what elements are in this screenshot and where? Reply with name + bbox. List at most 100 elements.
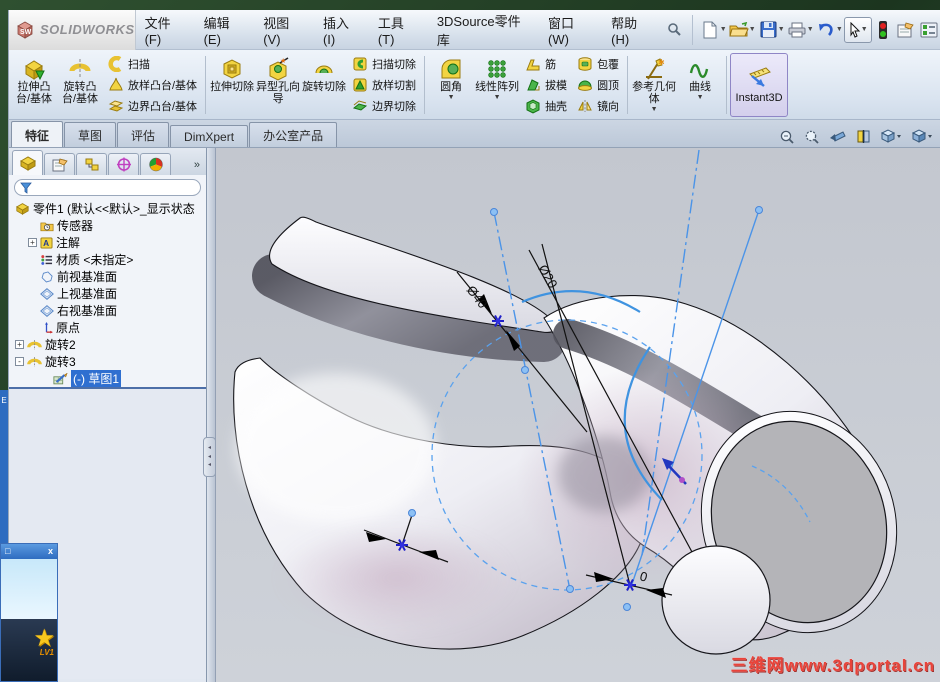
- property-sheet-icon: [52, 158, 68, 171]
- properties-icon[interactable]: [895, 17, 918, 43]
- linear-pattern-button[interactable]: 线性阵列 ▼: [474, 53, 520, 117]
- tree-item-origin[interactable]: 原点: [9, 319, 206, 336]
- tree-item-material[interactable]: 材质 <未指定>: [9, 251, 206, 268]
- linear-pattern-icon: [488, 59, 506, 78]
- save-dropdown-caret[interactable]: ▼: [778, 26, 785, 33]
- annotations-icon: A: [40, 236, 53, 249]
- tree-item-top-plane[interactable]: 上视基准面: [9, 285, 206, 302]
- shell-button[interactable]: 抽壳: [520, 96, 572, 116]
- menu-tools[interactable]: 工具(T): [369, 10, 428, 49]
- fillet-button[interactable]: 圆角 ▼: [428, 53, 474, 117]
- ribbon-group-boss: 拉伸凸台/基体 旋转凸台/基体 扫描 放样凸台/基体 边界凸台/基体: [11, 51, 202, 118]
- origin-axes-icon: [45, 321, 53, 334]
- configurationmanager-tab[interactable]: [76, 153, 107, 175]
- rebuild-traffic-light-icon[interactable]: [872, 17, 895, 43]
- tree-item-sketch1[interactable]: (-) 草图1: [9, 370, 206, 387]
- revolved-cut-button[interactable]: 旋转切除: [301, 53, 347, 117]
- boundary-cut-button[interactable]: 边界切除: [347, 96, 421, 116]
- sweep-button[interactable]: 扫描: [103, 54, 202, 74]
- wrap-button[interactable]: 包覆: [572, 54, 624, 74]
- zoom-area-icon[interactable]: [804, 129, 820, 144]
- refgeo-dropdown-caret[interactable]: ▼: [651, 106, 658, 114]
- search-icon[interactable]: [663, 17, 686, 43]
- new-document-icon[interactable]: [699, 17, 722, 43]
- lofted-cut-button[interactable]: 放样切割: [347, 75, 421, 95]
- expand-box[interactable]: +: [15, 340, 24, 349]
- extruded-boss-button[interactable]: 拉伸凸台/基体: [11, 53, 57, 117]
- panel-splitter[interactable]: [207, 148, 216, 682]
- curves-dropdown-caret[interactable]: ▼: [697, 94, 704, 102]
- undo-dropdown-caret[interactable]: ▼: [836, 26, 843, 33]
- displaymanager-tab[interactable]: [140, 153, 171, 175]
- options-icon[interactable]: [918, 17, 940, 43]
- commandmanager-tabs: 特征 草图 评估 DimXpert 办公室产品: [9, 120, 940, 148]
- menu-insert[interactable]: 插入(I): [314, 10, 369, 49]
- tree-item-right-plane[interactable]: 右视基准面: [9, 302, 206, 319]
- graphics-viewport[interactable]: Ø40 Ø20 0 三维网www.3dportal.cn: [216, 148, 940, 682]
- select-dropdown-caret[interactable]: ▼: [861, 26, 868, 33]
- dimxpertmanager-tab[interactable]: [108, 153, 139, 175]
- new-dropdown-caret[interactable]: ▼: [720, 26, 727, 33]
- menu-window[interactable]: 窗口(W): [539, 10, 602, 49]
- panel-collapse-handle[interactable]: ◂ ◂ ◂: [203, 437, 216, 477]
- propertymanager-tab[interactable]: [44, 153, 75, 175]
- expand-box[interactable]: -: [15, 357, 24, 366]
- featuremanager-tab[interactable]: [12, 150, 43, 175]
- section-view-icon[interactable]: [856, 129, 871, 144]
- tab-features[interactable]: 特征: [11, 121, 64, 147]
- tree-item-revolve3[interactable]: - 旋转3: [9, 353, 206, 370]
- save-icon[interactable]: [757, 17, 780, 43]
- zoom-fit-icon[interactable]: [779, 129, 795, 144]
- tree-item-annotations[interactable]: + A 注解: [9, 234, 206, 251]
- menu-view[interactable]: 视图(V): [254, 10, 314, 49]
- instant3d-button[interactable]: Instant3D: [730, 52, 789, 117]
- draft-button[interactable]: 拔模: [520, 75, 572, 95]
- mirror-icon: [578, 99, 592, 112]
- display-style-icon[interactable]: [911, 128, 933, 144]
- tree-item-revolve2[interactable]: + 旋转2: [9, 336, 206, 353]
- part-icon: [19, 156, 36, 171]
- dome-button[interactable]: 圆顶: [572, 75, 624, 95]
- toolbar-separator: [691, 14, 693, 45]
- tree-root-part[interactable]: 零件1 (默认<<默认>_显示状态: [9, 200, 206, 217]
- menu-bar: SW SOLIDWORKS 文件(F) 编辑(E) 视图(V) 插入(I) 工具…: [9, 9, 940, 50]
- close-icon[interactable]: x: [48, 547, 53, 556]
- minimize-button[interactable]: □: [5, 547, 10, 556]
- menu-help[interactable]: 帮助(H): [602, 10, 662, 49]
- reference-geometry-button[interactable]: ✱ 参考几何体 ▼: [631, 53, 677, 117]
- menu-edit[interactable]: 编辑(E): [195, 10, 255, 49]
- tab-dimxpert[interactable]: DimXpert: [170, 125, 249, 147]
- rib-button[interactable]: 筋: [520, 54, 572, 74]
- swept-cut-button[interactable]: 扫描切除: [347, 54, 421, 74]
- messenger-window[interactable]: □ x ★ LV1: [0, 543, 58, 682]
- undo-icon[interactable]: [815, 17, 838, 43]
- revolved-boss-button[interactable]: 旋转凸台/基体: [57, 53, 103, 117]
- select-tool-button[interactable]: ▼: [843, 16, 872, 43]
- print-dropdown-caret[interactable]: ▼: [807, 26, 814, 33]
- curves-button[interactable]: 曲线 ▼: [677, 53, 723, 117]
- menu-file[interactable]: 文件(F): [136, 10, 195, 49]
- tab-office-products[interactable]: 办公室产品: [249, 122, 338, 147]
- hole-wizard-button[interactable]: ★ 异型孔向导: [255, 53, 301, 117]
- open-dropdown-caret[interactable]: ▼: [749, 26, 756, 33]
- open-file-icon[interactable]: [728, 17, 751, 43]
- tab-sketch[interactable]: 草图: [64, 122, 117, 147]
- tree-item-front-plane[interactable]: 前视基准面: [9, 268, 206, 285]
- boundary-boss-button[interactable]: 边界凸台/基体: [103, 96, 202, 116]
- menu-3dsource[interactable]: 3DSource零件库: [428, 10, 539, 49]
- pattern-dropdown-caret[interactable]: ▼: [494, 94, 501, 102]
- lofted-boss-button[interactable]: 放样凸台/基体: [103, 75, 202, 95]
- fillet-dropdown-caret[interactable]: ▼: [448, 94, 455, 102]
- model-canvas[interactable]: Ø40 Ø20 0: [216, 148, 940, 682]
- extruded-cut-button[interactable]: 拉伸切除: [209, 53, 255, 117]
- tab-evaluate[interactable]: 评估: [117, 122, 170, 147]
- panel-more-chevron[interactable]: »: [194, 159, 200, 175]
- tree-filter-input[interactable]: [14, 179, 201, 196]
- expand-box[interactable]: +: [28, 238, 37, 247]
- tree-item-sensors[interactable]: 传感器: [9, 217, 206, 234]
- print-icon[interactable]: [786, 17, 809, 43]
- view-orientation-icon[interactable]: [880, 128, 902, 144]
- previous-view-icon[interactable]: [829, 129, 847, 144]
- mirror-button[interactable]: 镜向: [572, 96, 624, 116]
- extruded-boss-icon: [25, 59, 45, 80]
